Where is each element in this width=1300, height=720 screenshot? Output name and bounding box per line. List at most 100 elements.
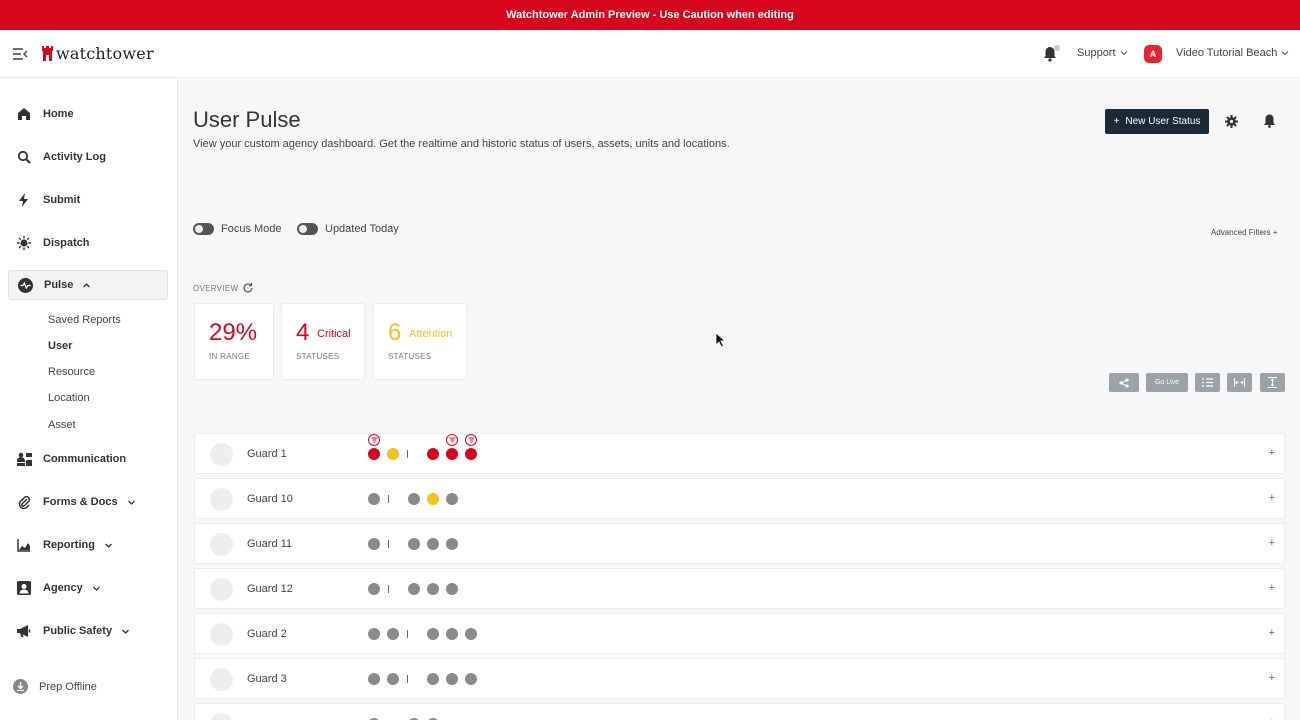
attention-card[interactable]: 6 Attention STATUSES (373, 303, 467, 380)
sidebar-item-forms-docs[interactable]: Forms & Docs (8, 487, 168, 517)
advanced-filters-link[interactable]: Advanced Filters + (1211, 228, 1277, 237)
overview-header: OVERVIEW (193, 282, 254, 294)
user-row[interactable]: Guard 2 + (194, 613, 1285, 654)
status-dot-neutral[interactable] (465, 673, 477, 685)
status-dot-neutral[interactable] (408, 538, 420, 550)
avatar (210, 443, 233, 466)
expand-row-button[interactable]: + (1269, 582, 1275, 594)
status-dot-attention[interactable] (387, 448, 399, 460)
compact-view-button[interactable] (1227, 373, 1252, 392)
status-dot-critical[interactable] (446, 448, 458, 460)
avatar (210, 488, 233, 511)
status-dot-neutral[interactable] (446, 673, 458, 685)
user-row[interactable]: Guard 12 + (194, 568, 1285, 609)
status-dot-neutral[interactable] (446, 538, 458, 550)
sidebar-item-pulse[interactable]: Pulse (8, 270, 168, 300)
list-view-button[interactable] (1195, 373, 1220, 392)
overview-label: OVERVIEW (193, 283, 239, 293)
pulse-sub-user[interactable]: User (48, 340, 72, 352)
status-dot-neutral[interactable] (368, 538, 380, 550)
critical-card[interactable]: 4 Critical STATUSES (281, 303, 365, 380)
status-dot-neutral[interactable] (368, 673, 380, 685)
toggle-switch[interactable] (193, 223, 214, 235)
sidebar-item-label: Reporting (43, 539, 95, 551)
status-dot-neutral[interactable] (368, 628, 380, 640)
status-dot-neutral[interactable] (408, 493, 420, 505)
attention-count: 6 (388, 319, 402, 346)
alert-flag-icon[interactable] (368, 434, 380, 446)
sidebar-item-home[interactable]: Home (8, 99, 168, 129)
pulse-sub-resource[interactable]: Resource (48, 366, 95, 378)
megaphone-icon (16, 623, 32, 639)
pulse-sub-asset[interactable]: Asset (48, 419, 76, 431)
status-dot-neutral[interactable] (387, 628, 399, 640)
sidebar-item-activity-log[interactable]: Activity Log (8, 142, 168, 172)
user-name: Guard 10 (247, 493, 293, 505)
account-avatar[interactable]: A (1144, 45, 1162, 63)
status-dot-critical[interactable] (465, 448, 477, 460)
in-range-card[interactable]: 29% IN RANGE (194, 303, 274, 380)
toggle-switch[interactable] (297, 223, 318, 235)
sidebar-item-dispatch[interactable]: Dispatch (8, 228, 168, 258)
siren-icon (16, 235, 32, 251)
status-dot-neutral[interactable] (427, 628, 439, 640)
status-dot-critical[interactable] (427, 448, 439, 460)
focus-mode-toggle[interactable]: Focus Mode (193, 223, 282, 235)
now-separator (388, 585, 389, 593)
user-row[interactable]: Guard 11 + (194, 523, 1285, 564)
new-user-status-button[interactable]: + New User Status (1105, 109, 1209, 134)
chevron-down-icon (104, 543, 112, 548)
alert-flag-icon[interactable] (465, 434, 477, 446)
prep-offline-button[interactable]: Prep Offline (13, 679, 97, 694)
status-dot-neutral[interactable] (427, 538, 439, 550)
sidebar-item-public-safety[interactable]: Public Safety (8, 616, 168, 646)
status-dot-neutral[interactable] (368, 583, 380, 595)
expand-row-button[interactable]: + (1269, 492, 1275, 504)
sidebar-item-label: Forms & Docs (43, 496, 118, 508)
expand-row-button[interactable]: + (1269, 627, 1275, 639)
support-menu[interactable]: Support (1077, 47, 1128, 59)
attention-label: Attention (409, 328, 453, 340)
expand-all-button[interactable] (1260, 373, 1285, 392)
alert-flag-icon[interactable] (446, 434, 458, 446)
status-dot-attention[interactable] (427, 493, 439, 505)
alerts-bell-icon[interactable] (1263, 114, 1276, 128)
id-badge-icon (16, 580, 32, 596)
status-dot-neutral[interactable] (427, 583, 439, 595)
status-dot-neutral[interactable] (408, 583, 420, 595)
account-menu[interactable]: Video Tutorial Beach (1176, 47, 1289, 59)
menu-collapse-icon[interactable] (12, 46, 28, 62)
pulse-sub-location[interactable]: Location (48, 392, 90, 404)
updated-today-toggle[interactable]: Updated Today (297, 223, 399, 235)
expand-row-button[interactable]: + (1269, 447, 1275, 459)
collapse-horizontal-icon (1234, 378, 1245, 387)
now-separator (388, 540, 389, 548)
expand-row-button[interactable]: + (1269, 672, 1275, 684)
status-dot-neutral[interactable] (446, 583, 458, 595)
user-row[interactable]: Guard 1 + (194, 433, 1285, 474)
sidebar-item-agency[interactable]: Agency (8, 573, 168, 603)
status-dot-critical[interactable] (368, 448, 380, 460)
status-dot-neutral[interactable] (446, 493, 458, 505)
user-name: Guard 12 (247, 583, 293, 595)
share-button[interactable] (1109, 373, 1139, 392)
user-row[interactable]: + (194, 703, 1285, 720)
sidebar-item-communication[interactable]: Communication (8, 444, 168, 474)
pulse-sub-saved-reports[interactable]: Saved Reports (48, 314, 121, 326)
status-dot-neutral[interactable] (387, 673, 399, 685)
sidebar-item-submit[interactable]: Submit (8, 185, 168, 215)
page-subtitle: View your custom agency dashboard. Get t… (193, 138, 730, 150)
gear-icon[interactable] (1225, 115, 1238, 128)
status-dot-neutral[interactable] (465, 628, 477, 640)
status-dot-neutral[interactable] (368, 493, 380, 505)
status-dot-neutral[interactable] (446, 628, 458, 640)
refresh-icon[interactable] (242, 282, 254, 294)
now-separator (407, 630, 408, 638)
expand-row-button[interactable]: + (1269, 537, 1275, 549)
status-dot-neutral[interactable] (427, 673, 439, 685)
user-row[interactable]: Guard 10 + (194, 478, 1285, 519)
go-live-button[interactable]: Go Live (1146, 373, 1188, 392)
sidebar-item-reporting[interactable]: Reporting (8, 530, 168, 560)
watchtower-logo[interactable]: watchtower (42, 44, 154, 63)
user-row[interactable]: Guard 3 + (194, 658, 1285, 699)
